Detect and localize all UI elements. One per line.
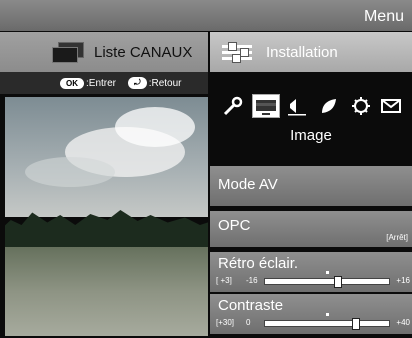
backlight-default-marker (326, 271, 329, 274)
contrast-slider-thumb[interactable] (352, 318, 360, 330)
wrench-icon[interactable] (222, 96, 244, 116)
envelope-icon[interactable] (380, 96, 402, 116)
backlight-label: Rétro éclair. (218, 255, 299, 272)
back-button-icon: ⤾ (128, 77, 147, 89)
menu-item-mode-av[interactable]: Mode AV (210, 166, 412, 206)
leaf-icon[interactable] (318, 96, 340, 116)
backlight-slider-thumb[interactable] (334, 276, 342, 288)
contrast-current-value: [+30] (216, 318, 235, 327)
backlight-slider-row: [ +3] -16 +16 (216, 271, 410, 288)
backlight-min: -16 (246, 276, 258, 285)
hint-bar: OK :Entrer ⤾ :Retour (0, 72, 208, 94)
speaker-icon[interactable] (286, 96, 308, 116)
contrast-label: Contraste (218, 297, 284, 314)
picture-icon[interactable] (252, 94, 280, 118)
contrast-max: +40 (396, 318, 410, 327)
opc-label: OPC (218, 217, 251, 234)
submenu-title: Image (290, 127, 332, 144)
ok-hint: :Entrer (86, 77, 117, 89)
tv-preview-image (5, 97, 208, 336)
gear-icon[interactable] (350, 96, 372, 116)
back-hint: :Retour (148, 77, 182, 89)
category-icon-row (210, 80, 412, 126)
menu-item-opc[interactable]: OPC [Arrêt] (210, 211, 412, 247)
menu-title: Menu (363, 8, 404, 25)
contrast-min: 0 (246, 318, 251, 327)
tab-installation[interactable]: Installation (210, 32, 412, 72)
tab-channel-list-label: Liste CANAUX (94, 43, 193, 61)
backlight-slider[interactable] (264, 271, 390, 288)
backlight-current-value: [ +3] (216, 276, 232, 285)
tab-channel-list[interactable]: Liste CANAUX (0, 32, 208, 72)
backlight-max: +16 (396, 276, 410, 285)
ok-button-icon: OK (60, 77, 84, 89)
contrast-default-marker (326, 313, 329, 316)
contrast-slider[interactable] (264, 313, 390, 330)
mode-av-label: Mode AV (218, 176, 278, 193)
opc-value: [Arrêt] (386, 233, 408, 242)
menu-item-contrast[interactable]: Contraste [+30] 0 +40 (210, 294, 412, 334)
menu-screen: Menu Liste CANAUX Installation OK :Entre… (0, 0, 412, 338)
tab-installation-label: Installation (266, 43, 338, 61)
contrast-slider-row: [+30] 0 +40 (216, 313, 410, 330)
settings-sliders-icon (222, 42, 252, 63)
top-bar: Menu (0, 0, 412, 31)
tv-icon (52, 42, 84, 63)
menu-item-backlight[interactable]: Rétro éclair. [ +3] -16 +16 (210, 252, 412, 292)
